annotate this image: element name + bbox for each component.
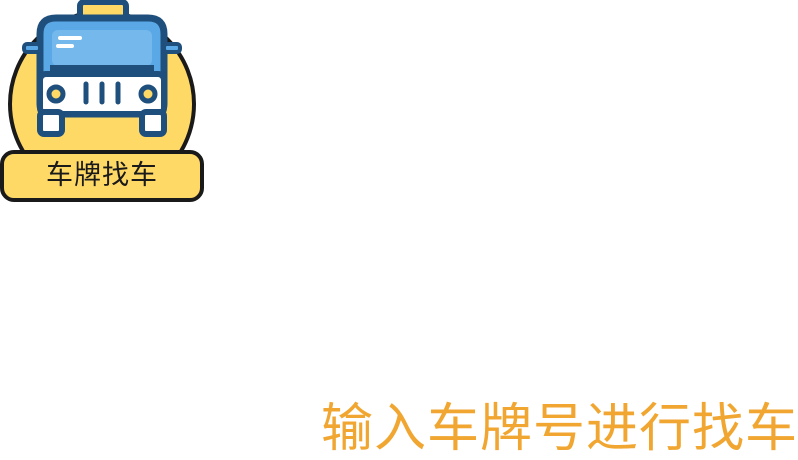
enter-plate-prompt: 输入车牌号进行找车: [320, 399, 798, 459]
plate-search-app-tile[interactable]: 车牌找车: [0, 0, 206, 204]
app-label: 车牌找车: [46, 160, 158, 191]
